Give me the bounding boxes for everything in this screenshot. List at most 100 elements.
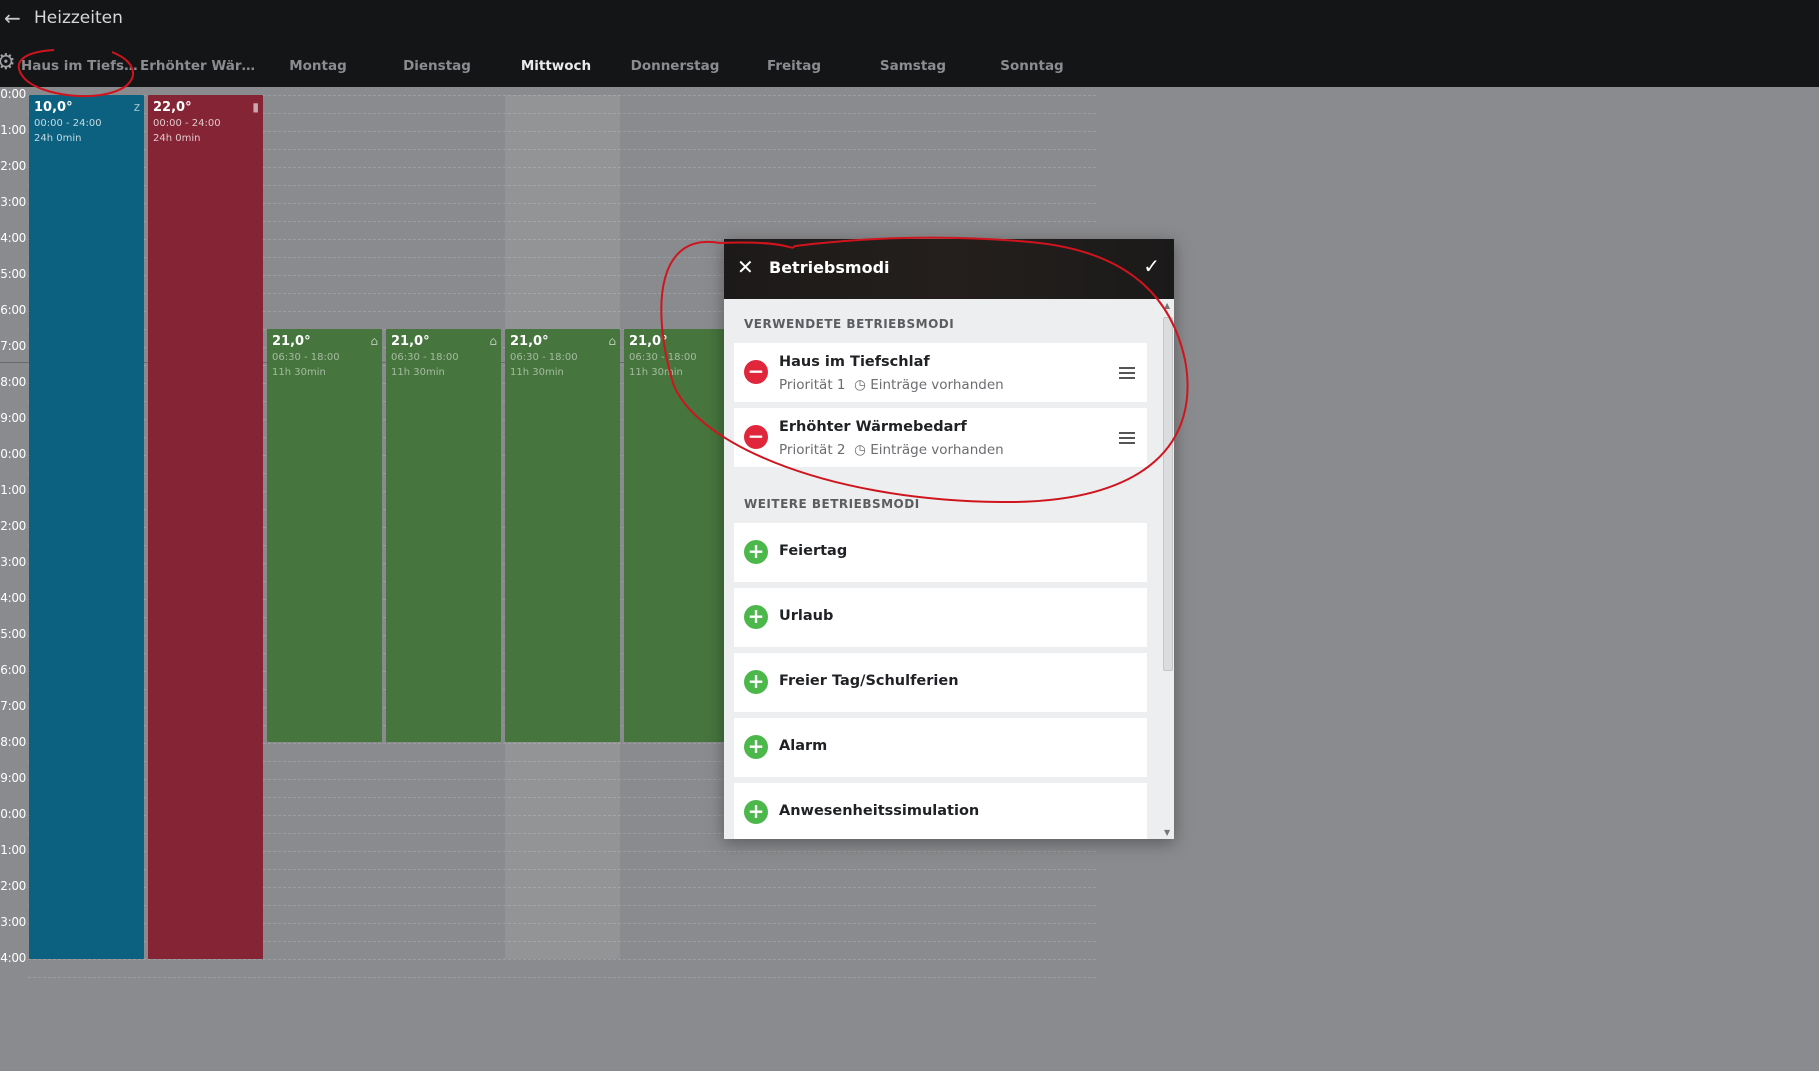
tab-5[interactable]: Donnerstag [616, 58, 734, 74]
remove-icon[interactable]: − [744, 360, 768, 384]
close-icon[interactable]: ✕ [737, 255, 754, 279]
top-bar: ← Heizzeiten ⚙ Haus im Tiefsc... Erhöhter… [0, 0, 1819, 87]
check-icon[interactable]: ✓ [1143, 254, 1160, 278]
mode-meta: Priorität 1 ◷ Einträge vorhanden [779, 377, 1004, 393]
hour-label: 1:00 [0, 123, 26, 137]
block-temperature: 21,0° [391, 334, 430, 349]
mode-name: Feiertag [779, 543, 848, 559]
hour-label: 0:00 [0, 447, 26, 461]
add-icon[interactable]: + [744, 605, 768, 629]
mode-entries: Einträge vorhanden [870, 442, 1004, 458]
hour-label: 4:00 [0, 951, 26, 965]
hour-label: 2:00 [0, 519, 26, 533]
add-icon[interactable]: + [744, 800, 768, 824]
section-more-modes: WEITERE BETRIEBSMODI [744, 497, 920, 511]
dialog-scrollbar[interactable]: ▲ ▼ [1162, 301, 1173, 837]
mode-name: Erhöhter Wärmebedarf [779, 419, 967, 435]
mode-name: Anwesenheitssimulation [779, 803, 980, 819]
block-time: 06:30 - 18:00 [272, 352, 340, 363]
list-item-used-mode[interactable]: − Erhöhter Wärmebedarf Priorität 2 ◷ Ein… [734, 408, 1147, 467]
block-temperature: 10,0° [34, 100, 73, 115]
hour-label: 6:00 [0, 303, 26, 317]
remove-icon[interactable]: − [744, 425, 768, 449]
block-duration: 11h 30min [510, 367, 564, 378]
hour-label: 9:00 [0, 771, 26, 785]
block-temperature: 22,0° [153, 100, 192, 115]
block-time: 06:30 - 18:00 [629, 352, 697, 363]
list-item-more-mode[interactable]: + Freier Tag/Schulferien [734, 653, 1147, 712]
home-icon: ⌂ [370, 334, 378, 348]
add-icon[interactable]: + [744, 540, 768, 564]
mode-name: Alarm [779, 738, 828, 754]
list-item-more-mode[interactable]: + Anwesenheitssimulation [734, 783, 1147, 839]
mode-block-waermebedarf[interactable]: 22,0° ▮ 00:00 - 24:00 24h 0min [148, 95, 263, 959]
hour-label: 5:00 [0, 267, 26, 281]
heating-block-mittwoch[interactable]: 21,0° ⌂ 06:30 - 18:00 11h 30min [505, 329, 620, 742]
sleep-icon: z [133, 100, 140, 114]
hour-label: 2:00 [0, 879, 26, 893]
dialog-title: Betriebsmodi [769, 258, 890, 277]
tab-2[interactable]: Montag [259, 58, 377, 74]
hour-label: 5:00 [0, 627, 26, 641]
hour-label: 3:00 [0, 555, 26, 569]
drag-handle-icon[interactable] [1119, 432, 1135, 447]
block-time: 00:00 - 24:00 [153, 118, 221, 129]
tab-3[interactable]: Dienstag [378, 58, 496, 74]
grid-line [28, 977, 1096, 979]
block-time: 06:30 - 18:00 [391, 352, 459, 363]
mode-name: Freier Tag/Schulferien [779, 673, 959, 689]
block-time: 06:30 - 18:00 [510, 352, 578, 363]
mode-name: Urlaub [779, 608, 834, 624]
home-icon: ⌂ [608, 334, 616, 348]
hour-label: 4:00 [0, 591, 26, 605]
grid-line [28, 959, 1096, 961]
hour-label: 1:00 [0, 843, 26, 857]
hour-label: 6:00 [0, 663, 26, 677]
list-item-more-mode[interactable]: + Feiertag [734, 523, 1147, 582]
block-temperature: 21,0° [629, 334, 668, 349]
list-item-used-mode[interactable]: − Haus im Tiefschlaf Priorität 1 ◷ Eintr… [734, 343, 1147, 402]
mode-meta: Priorität 2 ◷ Einträge vorhanden [779, 442, 1004, 458]
block-temperature: 21,0° [510, 334, 549, 349]
list-item-more-mode[interactable]: + Urlaub [734, 588, 1147, 647]
tab-6[interactable]: Freitag [735, 58, 853, 74]
hour-label: 9:00 [0, 411, 26, 425]
drag-handle-icon[interactable] [1119, 367, 1135, 382]
list-item-more-mode[interactable]: + Alarm [734, 718, 1147, 777]
home-icon: ⌂ [489, 334, 497, 348]
add-icon[interactable]: + [744, 670, 768, 694]
hour-label: 3:00 [0, 195, 26, 209]
arrow-left-icon[interactable]: ← [4, 6, 21, 30]
mode-block-tiefschlaf[interactable]: 10,0° z 00:00 - 24:00 24h 0min [29, 95, 144, 959]
tab-7[interactable]: Samstag [854, 58, 972, 74]
block-duration: 11h 30min [272, 367, 326, 378]
heating-block-donnerstag[interactable]: 21,0° 06:30 - 18:00 11h 30min [624, 329, 739, 742]
hour-label: 2:00 [0, 159, 26, 173]
page-title: Heizzeiten [34, 8, 123, 28]
hour-label: 7:00 [0, 699, 26, 713]
add-icon[interactable]: + [744, 735, 768, 759]
hour-label: 0:00 [0, 87, 26, 101]
mode-priority: Priorität 1 [779, 377, 846, 393]
gear-icon[interactable]: ⚙ [0, 52, 18, 74]
mode-priority: Priorität 2 [779, 442, 846, 458]
block-duration: 24h 0min [34, 133, 82, 144]
section-used-modes: VERWENDETE BETRIEBSMODI [744, 317, 955, 331]
tab-4[interactable]: Mittwoch [497, 58, 615, 74]
mode-name: Haus im Tiefschlaf [779, 354, 930, 370]
hour-label: 8:00 [0, 375, 26, 389]
hour-label: 1:00 [0, 483, 26, 497]
scrollbar-thumb[interactable] [1163, 317, 1173, 671]
block-temperature: 21,0° [272, 334, 311, 349]
heating-block-dienstag[interactable]: 21,0° ⌂ 06:30 - 18:00 11h 30min [386, 329, 501, 742]
scroll-up-icon[interactable]: ▲ [1164, 301, 1170, 310]
hour-label: 8:00 [0, 735, 26, 749]
betriebsmodi-dialog: ✕ Betriebsmodi ✓ VERWENDETE BETRIEBSMODI… [724, 239, 1174, 839]
mode-entries: Einträge vorhanden [870, 377, 1004, 393]
heating-block-montag[interactable]: 21,0° ⌂ 06:30 - 18:00 11h 30min [267, 329, 382, 742]
tab-1[interactable]: Erhöhter Wärm... [140, 58, 258, 74]
tab-8[interactable]: Sonntag [973, 58, 1091, 74]
block-duration: 11h 30min [629, 367, 683, 378]
scroll-down-icon[interactable]: ▼ [1164, 828, 1170, 837]
tab-0[interactable]: Haus im Tiefsc... [21, 58, 139, 74]
